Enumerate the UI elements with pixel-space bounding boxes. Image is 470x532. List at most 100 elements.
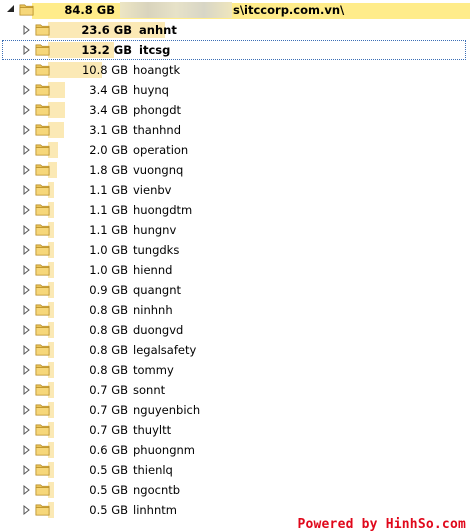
expand-arrow-icon[interactable] [22,443,32,457]
item-name: sonnt [133,383,166,397]
expand-arrow-icon[interactable] [22,463,32,477]
collapse-arrow-icon[interactable] [6,3,16,17]
item-size: 3.4 GB [89,83,128,97]
item-size: 10.8 GB [81,63,128,77]
tree-row-huynq[interactable]: 3.4 GB huynq [0,80,470,100]
tree-row-tungdks[interactable]: 1.0 GB tungdks [0,240,470,260]
tree-row-thanhnd[interactable]: 3.1 GB thanhnd [0,120,470,140]
expand-arrow-icon[interactable] [22,43,32,57]
item-name: ninhnh [133,303,173,317]
expand-arrow-icon[interactable] [22,363,32,377]
expand-arrow-icon[interactable] [22,143,32,157]
tree-row-duongvd[interactable]: 0.8 GB duongvd [0,320,470,340]
expand-arrow-icon[interactable] [22,263,32,277]
expand-arrow-icon[interactable] [22,83,32,97]
item-size: 1.8 GB [89,163,128,177]
expand-arrow-icon[interactable] [22,163,32,177]
tree-row-ninhnh[interactable]: 0.8 GB ninhnh [0,300,470,320]
tree-row-itcsg[interactable]: 13.2 GB itcsg [0,40,470,60]
item-name: vienbv [133,183,172,197]
item-name: duongvd [133,323,184,337]
expand-arrow-icon[interactable] [22,123,32,137]
folder-icon [35,44,50,56]
folder-icon [35,464,50,476]
item-size: 1.1 GB [89,183,128,197]
tree-row-nguyenbich[interactable]: 0.7 GB nguyenbich [0,400,470,420]
item-name: anhnt [139,23,177,37]
item-size: 0.8 GB [89,363,128,377]
item-name: quangnt [133,283,182,297]
folder-icon [35,404,50,416]
expand-arrow-icon[interactable] [22,323,32,337]
item-name: thanhnd [133,123,182,137]
tree-row-vuongnq[interactable]: 1.8 GB vuongnq [0,160,470,180]
item-size: 0.6 GB [89,443,128,457]
item-size: 3.1 GB [89,123,128,137]
expand-arrow-icon[interactable] [22,103,32,117]
tree-row-legalsafety[interactable]: 0.8 GB legalsafety [0,340,470,360]
item-size: 23.6 GB [81,23,132,37]
tree-row-hungnv[interactable]: 1.1 GB hungnv [0,220,470,240]
tree-row-thienlq[interactable]: 0.5 GB thienlq [0,460,470,480]
tree-row-hiennd[interactable]: 1.0 GB hiennd [0,260,470,280]
item-size: 1.1 GB [89,223,128,237]
item-name: huongdtm [133,203,193,217]
item-size: 0.8 GB [89,343,128,357]
tree-row-phongdt[interactable]: 3.4 GB phongdt [0,100,470,120]
expand-arrow-icon[interactable] [22,403,32,417]
item-name: nguyenbich [133,403,201,417]
folder-icon [35,144,50,156]
expand-arrow-icon[interactable] [22,283,32,297]
expand-arrow-icon[interactable] [22,503,32,517]
expand-arrow-icon[interactable] [22,183,32,197]
tree-row-ngocntb[interactable]: 0.5 GB ngocntb [0,480,470,500]
item-size: 0.7 GB [89,423,128,437]
folder-icon [35,324,50,336]
folder-icon [35,504,50,516]
tree-row-huongdtm[interactable]: 1.1 GB huongdtm [0,200,470,220]
folder-icon [35,284,50,296]
tree-row-quangnt[interactable]: 0.9 GB quangnt [0,280,470,300]
folder-icon [19,4,34,16]
folder-icon [35,84,50,96]
item-size: 1.0 GB [89,243,128,257]
size-bar [48,122,64,138]
item-name: linhntm [133,503,177,517]
tree-row-operation[interactable]: 2.0 GB operation [0,140,470,160]
expand-arrow-icon[interactable] [22,483,32,497]
tree-row-thuyltt[interactable]: 0.7 GB thuyltt [0,420,470,440]
item-name: hungnv [133,223,177,237]
folder-icon [35,384,50,396]
item-name: phuongnm [133,443,195,457]
expand-arrow-icon[interactable] [22,343,32,357]
expand-arrow-icon[interactable] [22,203,32,217]
expand-arrow-icon[interactable] [22,63,32,77]
item-size: 1.0 GB [89,263,128,277]
expand-arrow-icon[interactable] [22,223,32,237]
expand-arrow-icon[interactable] [22,243,32,257]
root-path: s\itccorp.com.vn\ [233,3,345,17]
folder-icon [35,164,50,176]
item-size: 0.8 GB [89,303,128,317]
folder-icon [35,444,50,456]
expand-arrow-icon[interactable] [22,423,32,437]
tree-row-sonnt[interactable]: 0.7 GB sonnt [0,380,470,400]
folder-icon [35,304,50,316]
tree-row-vienbv[interactable]: 1.1 GB vienbv [0,180,470,200]
item-size: 0.5 GB [89,483,128,497]
item-size: 13.2 GB [81,43,132,57]
expand-arrow-icon[interactable] [22,383,32,397]
size-bar [48,102,65,118]
item-size: 0.9 GB [89,283,128,297]
tree-row-anhnt[interactable]: 23.6 GB anhnt [0,20,470,40]
tree-row-hoangtk[interactable]: 10.8 GB hoangtk [0,60,470,80]
expand-arrow-icon[interactable] [22,303,32,317]
folder-icon [35,124,50,136]
expand-arrow-icon[interactable] [22,23,32,37]
item-size: 0.7 GB [89,403,128,417]
item-name: ngocntb [133,483,181,497]
tree-root-row[interactable]: 84.8 GB s\itccorp.com.vn\ [0,0,470,20]
tree-row-tommy[interactable]: 0.8 GB tommy [0,360,470,380]
tree-row-phuongnm[interactable]: 0.6 GB phuongnm [0,440,470,460]
child-list: 23.6 GB anhnt 13.2 GB itcsg 10.8 GB hoangtk 3.… [0,20,470,520]
